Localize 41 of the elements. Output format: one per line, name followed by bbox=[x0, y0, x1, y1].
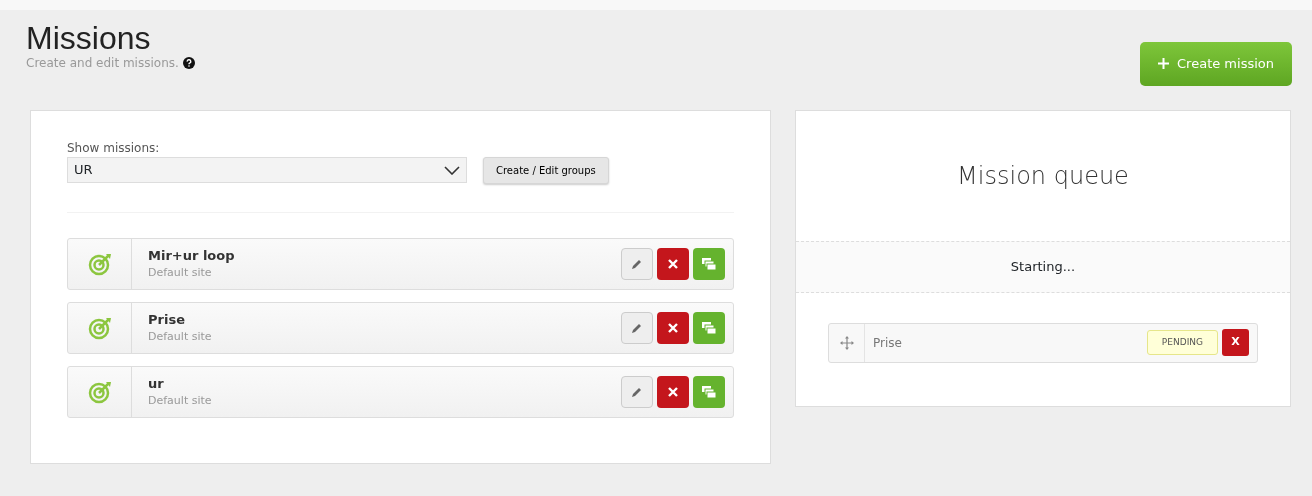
mission-site: Default site bbox=[148, 393, 213, 409]
mission-row[interactable]: Mir+ur loop Default site bbox=[67, 237, 734, 290]
close-icon bbox=[668, 386, 678, 397]
move-handle-icon[interactable] bbox=[839, 335, 854, 350]
delete-button[interactable] bbox=[657, 247, 689, 280]
status-badge: PENDING bbox=[1146, 329, 1218, 356]
queue-item-name: Prise bbox=[872, 334, 903, 352]
delete-button[interactable] bbox=[657, 375, 689, 408]
chevron-icon bbox=[444, 165, 460, 175]
stacked-windows-icon bbox=[702, 257, 716, 270]
delete-button[interactable] bbox=[657, 311, 689, 344]
stacked-windows-icon bbox=[702, 321, 716, 334]
target-icon bbox=[87, 315, 112, 340]
mission-site: Default site bbox=[148, 329, 213, 345]
help-icon[interactable] bbox=[182, 57, 195, 69]
target-icon bbox=[87, 379, 112, 404]
stacked-windows-icon bbox=[702, 385, 716, 398]
mission-name: ur bbox=[148, 374, 165, 393]
close-icon bbox=[668, 258, 678, 269]
target-icon bbox=[87, 251, 112, 276]
filter-label: Show missions: bbox=[67, 139, 161, 157]
queue-button[interactable] bbox=[693, 375, 725, 408]
queue-button[interactable] bbox=[693, 311, 725, 344]
mission-group-select[interactable]: UR bbox=[67, 157, 467, 183]
mission-row[interactable]: Prise Default site bbox=[67, 301, 734, 354]
page-title: Missions bbox=[26, 22, 152, 54]
queue-title: Mission queue bbox=[957, 160, 1129, 192]
pencil-icon bbox=[631, 385, 643, 398]
mission-name: Prise bbox=[148, 310, 186, 329]
plus-icon bbox=[1158, 58, 1170, 70]
pencil-icon bbox=[631, 257, 643, 270]
close-icon bbox=[668, 322, 678, 333]
remove-button[interactable]: X bbox=[1222, 329, 1249, 356]
create-edit-groups-button[interactable]: Create / Edit groups bbox=[483, 156, 609, 184]
page-subtitle: Create and edit missions. bbox=[26, 55, 179, 72]
queue-status: Starting... bbox=[1010, 257, 1076, 276]
queue-button[interactable] bbox=[693, 247, 725, 280]
mission-site: Default site bbox=[148, 265, 213, 281]
pencil-icon bbox=[631, 321, 643, 334]
mission-name: Mir+ur loop bbox=[148, 246, 236, 265]
mission-row[interactable]: ur Default site bbox=[67, 365, 734, 418]
